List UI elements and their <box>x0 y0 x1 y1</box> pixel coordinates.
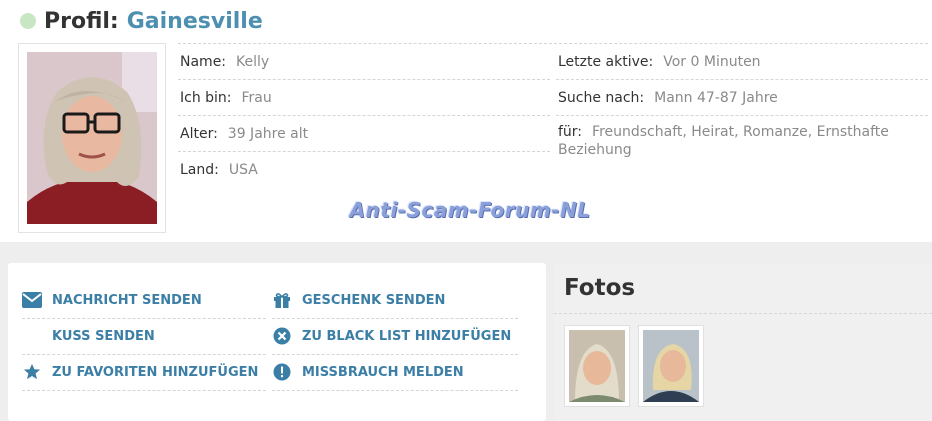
divider <box>272 354 518 355</box>
info-name: Name: Kelly <box>180 53 269 71</box>
name-label: Name: <box>180 54 227 70</box>
divider <box>178 79 550 80</box>
actions-panel: NACHRICHT SENDEN KUSS SENDEN ZU FAVORITE… <box>8 263 546 421</box>
last-active-label: Letzte aktive: <box>558 54 654 70</box>
info-last-active: Letzte aktive: Vor 0 Minuten <box>558 53 761 71</box>
last-active-value: Vor 0 Minuten <box>663 54 761 70</box>
send-gift-label: GESCHENK SENDEN <box>302 292 446 308</box>
title-city: Gainesville <box>126 8 263 34</box>
country-label: Land: <box>180 162 219 178</box>
info-age: Alter: 39 Jahre alt <box>180 125 308 143</box>
country-value: USA <box>228 162 258 178</box>
divider <box>556 79 928 80</box>
divider <box>22 354 266 355</box>
age-value: 39 Jahre alt <box>227 126 309 142</box>
photo-thumbnail-image <box>643 330 699 402</box>
for-value: Freundschaft, Heirat, Romanze, Ernsthaft… <box>558 124 889 158</box>
report-abuse-label: MISSBRAUCH MELDEN <box>302 364 464 380</box>
seeking-label: Suche nach: <box>558 90 645 106</box>
info-country: Land: USA <box>180 161 258 179</box>
page-title: Profil: Gainesville <box>20 6 263 36</box>
online-status-dot <box>20 13 36 29</box>
seeking-value: Mann 47-87 Jahre <box>654 90 778 106</box>
send-gift-button[interactable]: GESCHENK SENDEN <box>272 290 445 310</box>
kiss-icon <box>22 326 42 346</box>
gender-value: Frau <box>241 90 272 106</box>
send-kiss-button[interactable]: KUSS SENDEN <box>22 326 155 346</box>
name-value: Kelly <box>236 54 270 70</box>
divider <box>272 318 518 319</box>
watermark: Anti-Scam-Forum-NL <box>349 198 591 222</box>
photo-thumbnail[interactable] <box>638 325 704 407</box>
info-gender: Ich bin: Frau <box>180 89 272 107</box>
divider <box>556 115 928 116</box>
info-seeking: Suche nach: Mann 47-87 Jahre <box>558 89 778 107</box>
for-label: für: <box>558 124 583 140</box>
divider <box>178 151 550 152</box>
gender-label: Ich bin: <box>180 90 232 106</box>
add-blacklist-label: ZU BLACK LIST HINZUFÜGEN <box>302 328 512 344</box>
divider <box>178 43 928 44</box>
star-icon <box>22 362 42 382</box>
close-circle-icon <box>272 326 292 346</box>
report-abuse-button[interactable]: MISSBRAUCH MELDEN <box>272 362 464 382</box>
title-prefix: Profil: <box>44 8 119 34</box>
add-favorites-button[interactable]: ZU FAVORITEN HINZUFÜGEN <box>22 362 258 382</box>
divider <box>272 390 518 391</box>
add-blacklist-button[interactable]: ZU BLACK LIST HINZUFÜGEN <box>272 326 511 346</box>
photo-thumbnail-image <box>569 330 625 402</box>
profile-photo-image <box>27 52 157 224</box>
divider <box>22 318 266 319</box>
gift-icon <box>272 290 292 310</box>
send-kiss-label: KUSS SENDEN <box>52 328 155 344</box>
profile-header-panel: Profil: Gainesville Name: Kelly Ich bin: F… <box>0 0 932 242</box>
profile-photo[interactable] <box>18 43 166 233</box>
send-message-label: NACHRICHT SENDEN <box>52 292 202 308</box>
divider <box>22 390 266 391</box>
divider <box>554 313 932 314</box>
divider <box>178 115 550 116</box>
send-message-button[interactable]: NACHRICHT SENDEN <box>22 290 202 310</box>
photos-panel: Fotos <box>554 263 932 421</box>
age-label: Alter: <box>180 126 218 142</box>
envelope-icon <box>22 290 42 310</box>
photo-thumbnail[interactable] <box>564 325 630 407</box>
photos-title: Fotos <box>564 275 636 301</box>
add-favorites-label: ZU FAVORITEN HINZUFÜGEN <box>52 364 259 380</box>
info-for: für: Freundschaft, Heirat, Romanze, Ernst… <box>558 123 918 159</box>
exclamation-circle-icon <box>272 362 292 382</box>
